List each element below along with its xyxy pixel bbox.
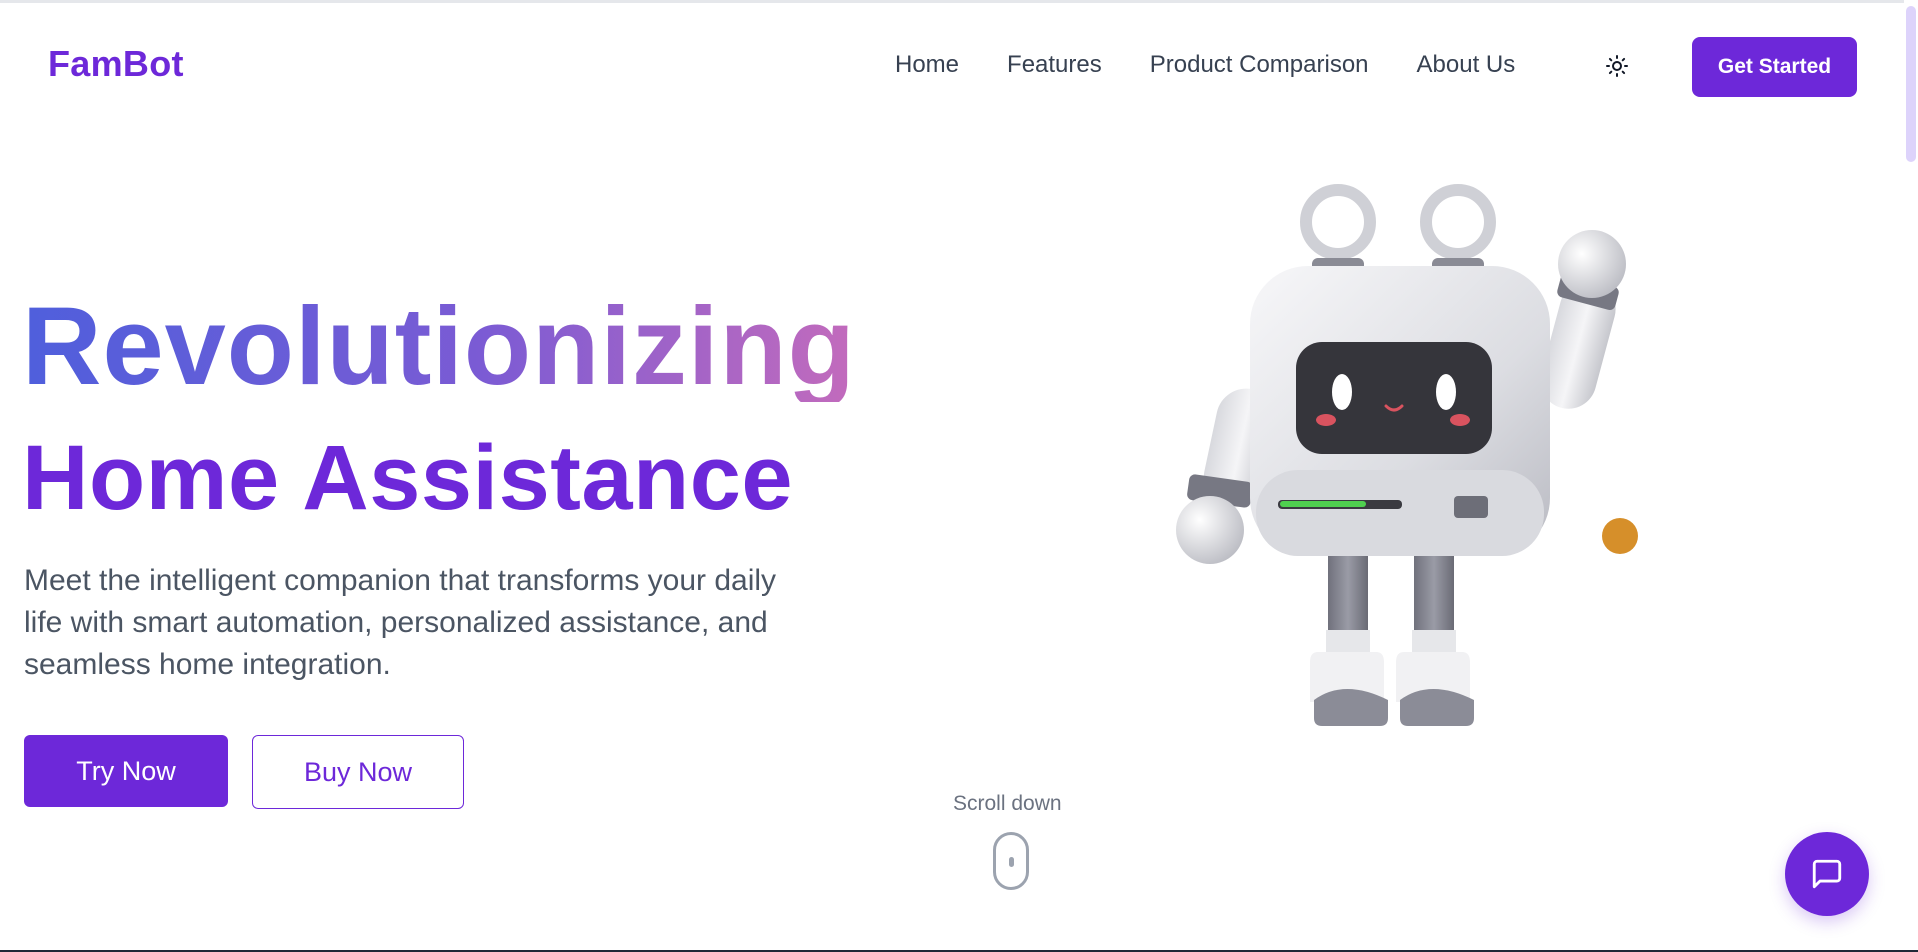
scroll-down-label: Scroll down [953,792,1062,815]
site-header: FamBot Home Features Product Comparison … [0,3,1904,123]
mouse-wheel [1009,857,1014,867]
sun-icon [1606,55,1628,77]
scrollbar-thumb[interactable] [1906,6,1916,162]
hero-description: Meet the intelligent companion that tran… [24,564,777,681]
theme-toggle-button[interactable] [1600,49,1634,83]
try-now-button[interactable]: Try Now [24,735,228,807]
hero-title-line2: Home Assistance [22,427,794,529]
get-started-button[interactable]: Get Started [1692,37,1857,97]
nav-home[interactable]: Home [895,51,959,79]
brand-logo[interactable]: FamBot [48,43,184,85]
robot-mascot-icon [1160,170,1680,760]
nav-about-us[interactable]: About Us [1417,51,1516,79]
nav-product-comparison[interactable]: Product Comparison [1150,51,1369,79]
accent-dot [1602,518,1638,554]
chat-bubble-icon [1812,859,1842,889]
main-nav: Home Features Product Comparison About U… [895,51,1563,79]
chat-button[interactable] [1785,832,1869,916]
nav-features[interactable]: Features [1007,51,1102,79]
page-scrollbar[interactable] [1904,0,1918,950]
hero-title-line1: Revolutionizing [22,285,856,408]
mouse-icon[interactable] [993,832,1029,890]
buy-now-button[interactable]: Buy Now [252,735,464,809]
